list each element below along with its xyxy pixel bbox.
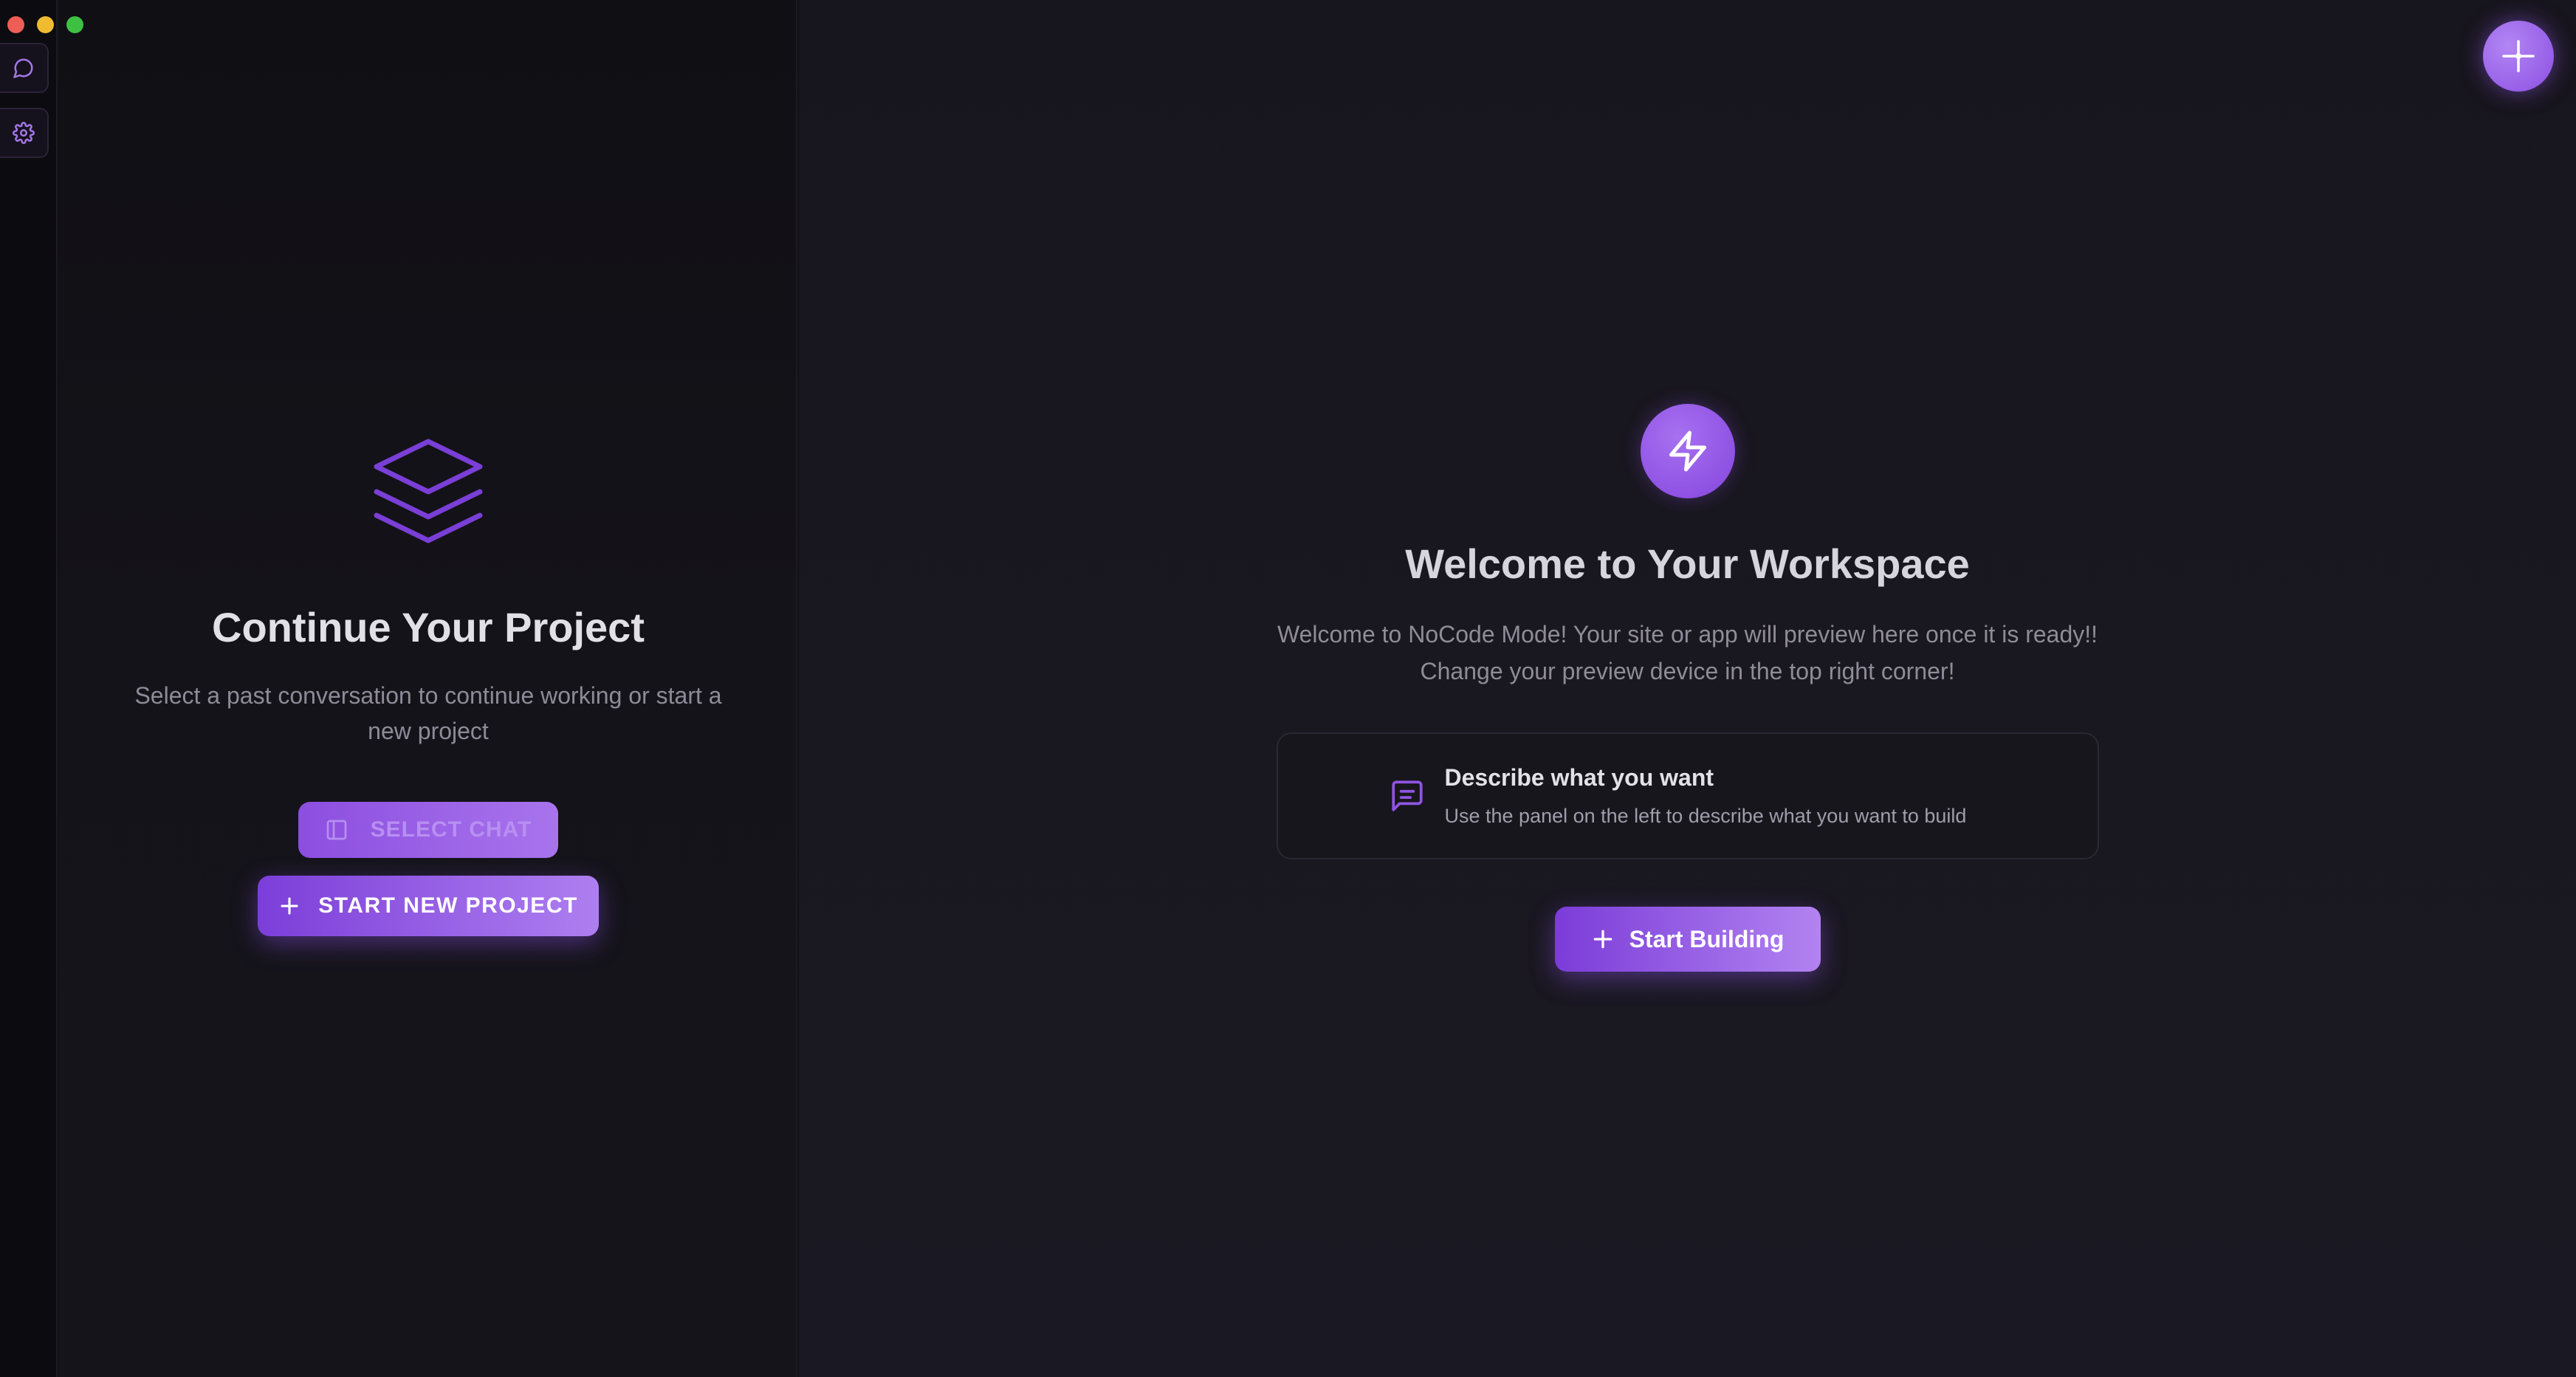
message-square-icon [1391,780,1423,811]
app-window: Continue Your Project Select a past conv… [0,0,2576,1377]
close-window-button[interactable] [7,16,24,33]
workspace-title: Welcome to Your Workspace [1405,540,1970,587]
start-building-button[interactable]: Start Building [1554,907,1821,972]
workspace-subtitle: Welcome to NoCode Mode! Your site or app… [799,616,2576,690]
workspace-welcome: Welcome to Your Workspace Welcome to NoC… [799,404,2576,972]
describe-card-description: Use the panel on the left to describe wh… [1444,805,1967,827]
plus-icon [281,897,298,915]
icon-rail [0,0,58,1377]
project-panel-content: Continue Your Project Select a past conv… [59,436,797,936]
chat-rail-button[interactable] [0,43,49,93]
zoom-window-button[interactable] [66,16,83,33]
describe-card-text: Describe what you want Use the panel on … [1445,764,1967,828]
workspace-badge [1640,404,1735,498]
preview-device-button[interactable] [2483,21,2554,92]
gear-icon [13,122,35,144]
select-chat-label: SELECT CHAT [370,817,532,842]
lightning-bolt-icon [1669,430,1706,472]
start-new-project-label: START NEW PROJECT [318,893,578,918]
start-building-label: Start Building [1629,925,1785,952]
workspace-subtitle-line2: Change your preview device in the top ri… [1420,658,1955,684]
settings-rail-button[interactable] [0,108,49,158]
project-panel-title: Continue Your Project [212,604,645,650]
describe-card: Describe what you want Use the panel on … [1276,732,2099,859]
minimize-window-button[interactable] [37,16,54,33]
project-panel: Continue Your Project Select a past conv… [59,0,797,1377]
select-chat-button[interactable]: SELECT CHAT [298,802,558,858]
describe-card-title: Describe what you want [1444,764,1714,791]
start-new-project-button[interactable]: START NEW PROJECT [258,876,599,936]
layers-stack-icon [374,439,483,543]
crosshair-icon [2502,40,2535,72]
workspace-subtitle-line1: Welcome to NoCode Mode! Your site or app… [1277,621,2098,648]
chat-bubble-icon [13,58,33,78]
sidebar-panel-icon [326,820,346,840]
plus-icon [1593,930,1612,949]
window-controls [7,16,83,33]
workspace-preview: Welcome to Your Workspace Welcome to NoC… [799,0,2576,1377]
project-panel-subtitle: Select a past conversation to continue w… [134,682,722,744]
